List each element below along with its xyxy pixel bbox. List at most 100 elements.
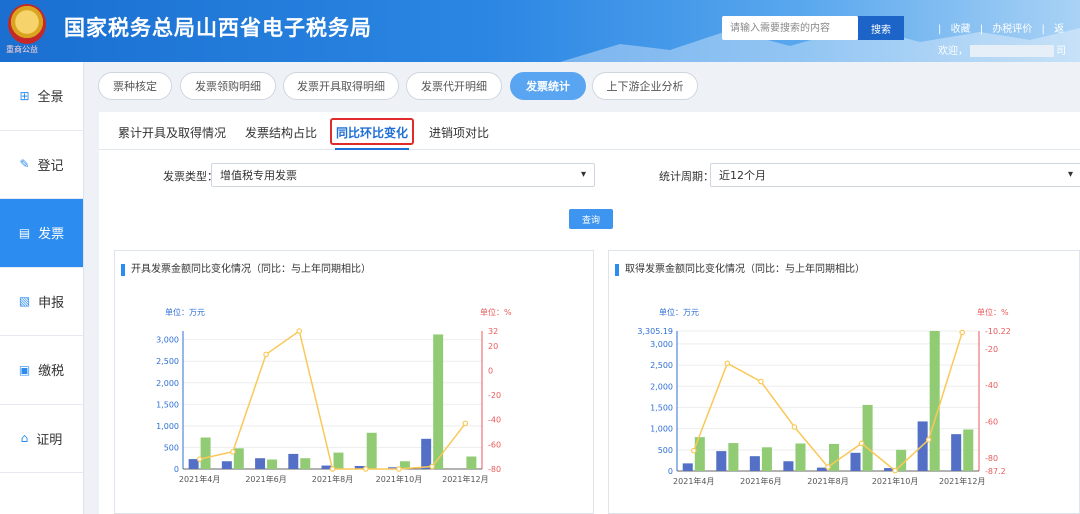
- tax-evaluation-link[interactable]: 办税评价: [992, 24, 1032, 35]
- sidebar-item-label: 证明: [36, 432, 63, 448]
- search-input[interactable]: [722, 16, 858, 40]
- right-unit-label: 单位：%: [977, 307, 1009, 317]
- query-button[interactable]: 查询: [569, 209, 613, 229]
- pill-agent-issue-detail[interactable]: 发票代开明细: [406, 72, 502, 100]
- left-tick-label: 500: [164, 443, 179, 452]
- pill-invoice-statistics[interactable]: 发票统计: [510, 72, 586, 100]
- left-unit-label: 单位：万元: [659, 307, 699, 317]
- left-tick-label: 2,500: [650, 361, 673, 370]
- yoy-point: [396, 466, 402, 472]
- invoice-type-label: 发票类型：: [163, 170, 218, 183]
- tab-structure[interactable]: 发票结构占比: [245, 124, 317, 141]
- sidebar-item-label: 缴税: [38, 364, 65, 380]
- yoy-point: [925, 436, 932, 443]
- right-tick-label: 0: [488, 366, 493, 375]
- sidebar-item-label: 发票: [38, 227, 65, 243]
- welcome-text: 欢迎， 司: [938, 42, 1066, 57]
- x-tick-label: 2021年12月: [939, 476, 986, 486]
- left-tick-label: 1,000: [156, 422, 179, 431]
- bar-blue: [850, 452, 861, 471]
- bar-blue: [716, 451, 727, 471]
- site-title: 国家税务总局山西省电子税务局: [64, 16, 372, 40]
- x-tick-label: 2021年6月: [245, 474, 286, 484]
- right-tick-label: -40: [488, 416, 501, 425]
- search-button[interactable]: 搜索: [858, 16, 904, 40]
- function-pills: 票种核定 发票领购明细 发票开具取得明细 发票代开明细 发票统计 上下游企业分析: [84, 62, 1080, 110]
- right-tick-label: -80: [488, 465, 501, 474]
- sidebar-item-label: 登记: [37, 158, 64, 174]
- tab-cumulative[interactable]: 累计开具及取得情况: [118, 124, 226, 141]
- sidebar-item-certificate[interactable]: ⌂ 证明: [0, 405, 83, 473]
- left-tick-label: 1,500: [156, 400, 179, 409]
- pill-ticket-type[interactable]: 票种核定: [98, 72, 172, 100]
- bar-blue: [288, 453, 299, 469]
- bar-blue: [682, 463, 693, 471]
- chevron-down-icon: ▾: [580, 169, 586, 180]
- left-tick-label: 2,500: [156, 357, 179, 366]
- sidebar-item-overview[interactable]: ⊞ 全景: [0, 62, 83, 131]
- tab-yoy-mom[interactable]: 同比环比变化: [336, 124, 408, 141]
- bar-green: [466, 456, 477, 469]
- left-tick-label: 0: [668, 467, 673, 476]
- yoy-point: [362, 466, 369, 472]
- sidebar-item-invoice[interactable]: ▤ 发票: [0, 199, 83, 268]
- national-emblem-icon: [8, 4, 46, 44]
- left-tick-label: 3,000: [156, 336, 179, 345]
- x-tick-label: 2021年8月: [312, 474, 353, 484]
- left-tick-label: 3,000: [650, 340, 673, 349]
- right-tick-label: -80: [985, 454, 998, 463]
- yoy-point: [230, 448, 236, 455]
- left-tick-label: 2,000: [156, 379, 179, 388]
- yoy-point: [825, 464, 831, 470]
- pill-purchase-detail[interactable]: 发票领购明细: [180, 72, 276, 100]
- link-separator: |: [1041, 24, 1045, 35]
- yoy-point: [724, 360, 731, 367]
- welcome-prefix: 欢迎，: [938, 46, 968, 57]
- main-content: 累计开具及取得情况 发票结构占比 同比环比变化 进销项对比 发票类型： 增值税专…: [99, 112, 1080, 514]
- bar-green: [929, 331, 940, 471]
- sidebar-item-registration[interactable]: ✎ 登记: [0, 131, 83, 199]
- bar-blue: [255, 458, 266, 469]
- x-tick-label: 2021年10月: [872, 476, 919, 486]
- bar-green: [300, 458, 311, 469]
- favorite-link[interactable]: 收藏: [951, 24, 971, 35]
- right-tick-label: -87.2: [985, 467, 1006, 476]
- sidebar: ⊞ 全景 ✎ 登记 ▤ 发票 ▧ 申报 ▣ 缴税 ⌂ 证明: [0, 62, 84, 514]
- masked-company-name: [970, 45, 1054, 57]
- bar-blue: [749, 456, 760, 471]
- sidebar-item-label: 申报: [38, 295, 65, 311]
- emblem-caption: 重商公益: [6, 45, 38, 54]
- welcome-suffix: 司: [1056, 46, 1066, 57]
- site-header: 重商公益 国家税务总局山西省电子税务局 搜索 | 收藏 | 办税评价 | 返 欢…: [0, 0, 1080, 62]
- bar-green: [366, 432, 377, 469]
- obtain-chart-panel: 取得发票金额同比变化情况（同比：与上年同期相比） 单位：万元 单位：% 0 500 1,…: [608, 250, 1080, 514]
- invoice-type-select[interactable]: 增值税专用发票 ▾: [211, 163, 595, 187]
- sidebar-item-payment[interactable]: ▣ 缴税: [0, 336, 83, 405]
- x-tick-label: 2021年8月: [807, 476, 848, 486]
- bar-blue: [783, 461, 794, 471]
- left-tick-label: 1,000: [650, 425, 673, 434]
- left-unit-label: 单位：万元: [165, 307, 205, 317]
- yoy-point: [690, 447, 697, 454]
- tab-input-output[interactable]: 进销项对比: [429, 124, 489, 141]
- pill-issue-obtain-detail[interactable]: 发票开具取得明细: [283, 72, 399, 100]
- chevron-down-icon: ▾: [1067, 169, 1073, 180]
- yoy-point: [758, 378, 764, 385]
- right-tick-label: -40: [985, 381, 998, 390]
- left-tick-label: 1,500: [650, 403, 673, 412]
- yoy-point: [462, 420, 469, 427]
- period-select[interactable]: 近12个月 ▾: [710, 163, 1080, 187]
- x-tick-label: 2021年10月: [376, 474, 423, 484]
- bar-green: [267, 459, 278, 469]
- issue-chart-panel: 开具发票金额同比变化情况（同比：与上年同期相比） 单位：万元 单位：% 0 500 1,…: [114, 250, 594, 514]
- certificate-icon: ⌂: [20, 431, 29, 446]
- active-tab-indicator: [335, 148, 409, 150]
- pill-supply-chain-analysis[interactable]: 上下游企业分析: [592, 72, 698, 100]
- bar-green: [728, 443, 739, 471]
- sidebar-item-declaration[interactable]: ▧ 申报: [0, 268, 83, 336]
- yoy-point: [296, 328, 303, 334]
- period-label: 统计周期：: [659, 170, 714, 183]
- return-link[interactable]: 返: [1054, 24, 1064, 35]
- yoy-point: [858, 440, 865, 447]
- x-tick-label: 2021年4月: [673, 476, 714, 486]
